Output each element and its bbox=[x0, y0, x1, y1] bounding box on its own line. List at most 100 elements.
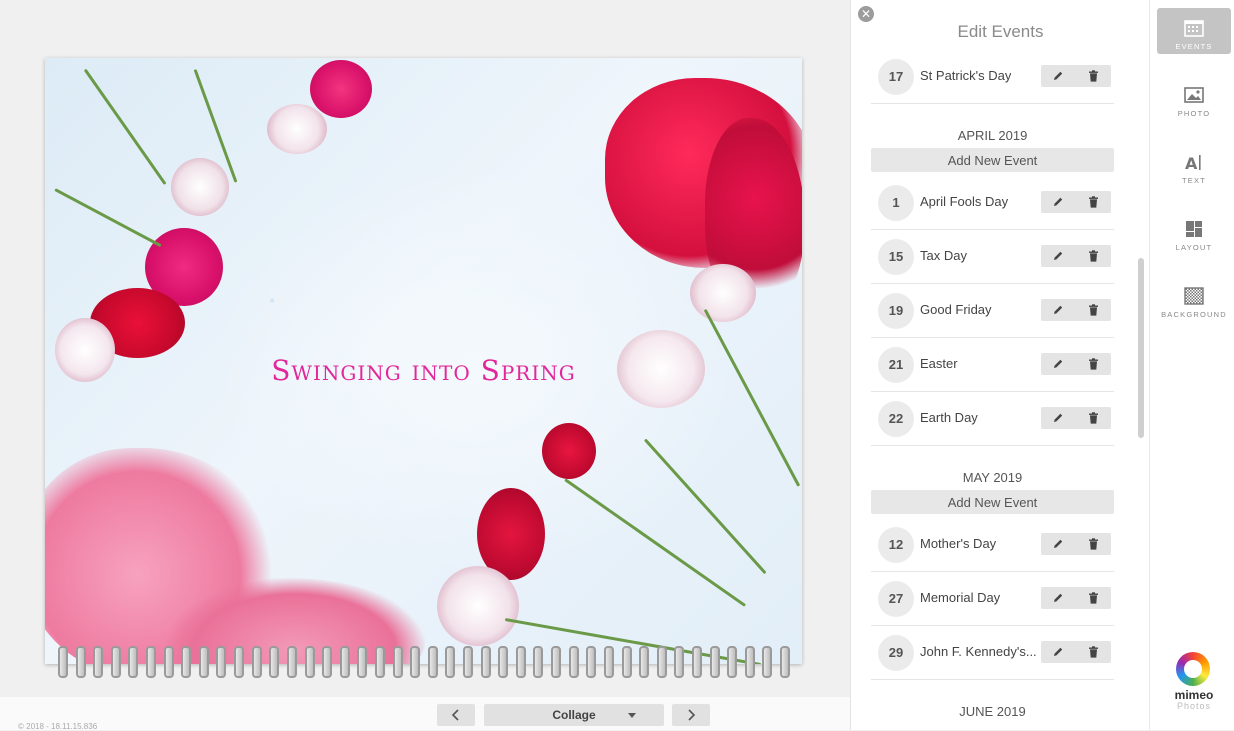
binding-ring bbox=[568, 646, 579, 678]
binding-ring bbox=[551, 646, 562, 678]
binding-ring bbox=[744, 646, 755, 678]
month-header: APRIL 2019 bbox=[957, 128, 1028, 143]
binding-ring bbox=[586, 646, 597, 678]
trash-icon[interactable] bbox=[1085, 590, 1101, 606]
prev-page-button[interactable] bbox=[437, 704, 475, 726]
binding-ring bbox=[639, 646, 650, 678]
binding-ring bbox=[480, 646, 491, 678]
layout-select[interactable]: Collage bbox=[484, 704, 664, 726]
binding-ring bbox=[322, 646, 333, 678]
event-day-badge: 15 bbox=[878, 239, 914, 275]
next-page-button[interactable] bbox=[672, 704, 710, 726]
event-row: 22 Earth Day bbox=[871, 392, 1114, 446]
binding-ring bbox=[427, 646, 438, 678]
brand-name: mimeo bbox=[1174, 688, 1214, 702]
binding-ring bbox=[304, 646, 315, 678]
event-name: April Fools Day bbox=[920, 194, 1009, 209]
add-new-event-button[interactable]: Add New Event bbox=[871, 490, 1114, 514]
binding-ring bbox=[498, 646, 509, 678]
spiral-binding bbox=[58, 646, 790, 680]
calendar-canvas: Swinging into Spring bbox=[0, 0, 850, 697]
binding-ring bbox=[251, 646, 262, 678]
binding-ring bbox=[128, 646, 139, 678]
binding-ring bbox=[515, 646, 526, 678]
event-day-badge: 1 bbox=[878, 185, 914, 221]
add-new-event-button[interactable]: Add New Event bbox=[871, 148, 1114, 172]
event-name: Good Friday bbox=[920, 302, 992, 317]
white-ranunculus-left bbox=[171, 158, 229, 216]
event-name: Memorial Day bbox=[920, 590, 1001, 605]
binding-ring bbox=[93, 646, 104, 678]
pencil-icon[interactable] bbox=[1050, 590, 1066, 606]
bottom-bar bbox=[0, 697, 850, 730]
trash-icon[interactable] bbox=[1085, 644, 1101, 660]
binding-ring bbox=[463, 646, 474, 678]
event-name: Mother's Day bbox=[920, 536, 997, 551]
event-actions bbox=[1041, 587, 1111, 609]
pencil-icon[interactable] bbox=[1050, 194, 1066, 210]
tool-background[interactable]: BACKGROUND bbox=[1157, 276, 1231, 322]
tool-photo[interactable]: PHOTO bbox=[1157, 75, 1231, 121]
stem bbox=[703, 308, 801, 487]
event-name: Earth Day bbox=[920, 410, 978, 425]
trash-icon[interactable] bbox=[1085, 302, 1101, 318]
stem bbox=[564, 478, 747, 607]
event-name: John F. Kennedy's... bbox=[920, 644, 1037, 659]
white-ranunculus-right-2 bbox=[690, 264, 756, 322]
binding-ring bbox=[392, 646, 403, 678]
pencil-icon[interactable] bbox=[1050, 68, 1066, 84]
tool-label: TEXT bbox=[1182, 176, 1206, 185]
tool-text[interactable]: A TEXT bbox=[1157, 142, 1231, 188]
close-icon[interactable]: ✕ bbox=[858, 6, 874, 22]
background-icon bbox=[1184, 287, 1204, 305]
layout-select-value: Collage bbox=[552, 708, 596, 722]
pencil-icon[interactable] bbox=[1050, 410, 1066, 426]
white-ranunculus-top bbox=[267, 104, 327, 154]
binding-ring bbox=[198, 646, 209, 678]
red-ranunculus-right bbox=[542, 423, 596, 479]
event-day-badge: 27 bbox=[878, 581, 914, 617]
tool-label: BACKGROUND bbox=[1161, 310, 1227, 319]
binding-ring bbox=[181, 646, 192, 678]
events-list: 17 St Patrick's Day APRIL 2019 Add New Even… bbox=[871, 50, 1114, 724]
trash-icon[interactable] bbox=[1085, 194, 1101, 210]
trash-icon[interactable] bbox=[1085, 536, 1101, 552]
binding-ring bbox=[727, 646, 738, 678]
binding-ring bbox=[779, 646, 790, 678]
calendar-cover-photo[interactable]: Swinging into Spring bbox=[45, 58, 802, 664]
trash-icon[interactable] bbox=[1085, 410, 1101, 426]
event-day-badge: 29 bbox=[878, 635, 914, 671]
image-icon bbox=[1184, 87, 1204, 103]
binding-ring bbox=[374, 646, 385, 678]
pencil-icon[interactable] bbox=[1050, 356, 1066, 372]
event-actions bbox=[1041, 353, 1111, 375]
layout-icon bbox=[1186, 221, 1202, 237]
trash-icon[interactable] bbox=[1085, 248, 1101, 264]
tool-layout[interactable]: LAYOUT bbox=[1157, 209, 1231, 255]
event-name: Easter bbox=[920, 356, 958, 371]
trash-icon[interactable] bbox=[1085, 68, 1101, 84]
binding-ring bbox=[709, 646, 720, 678]
trash-icon[interactable] bbox=[1085, 356, 1101, 372]
binding-ring bbox=[75, 646, 86, 678]
pencil-icon[interactable] bbox=[1050, 248, 1066, 264]
binding-ring bbox=[269, 646, 280, 678]
pencil-icon[interactable] bbox=[1050, 644, 1066, 660]
binding-ring bbox=[163, 646, 174, 678]
event-day-badge: 12 bbox=[878, 527, 914, 563]
pencil-icon[interactable] bbox=[1050, 536, 1066, 552]
stem bbox=[83, 68, 167, 186]
scrollbar-thumb[interactable] bbox=[1138, 258, 1144, 438]
binding-ring bbox=[445, 646, 456, 678]
month-header: JUNE 2019 bbox=[959, 704, 1026, 719]
tool-sidebar: EVENTS PHOTO A TEXT LAYOUT BACKGROUND mi… bbox=[1149, 0, 1234, 730]
event-actions bbox=[1041, 65, 1111, 87]
binding-ring bbox=[674, 646, 685, 678]
tool-events[interactable]: EVENTS bbox=[1157, 8, 1231, 54]
event-actions bbox=[1041, 245, 1111, 267]
cover-title[interactable]: Swinging into Spring bbox=[45, 354, 802, 387]
event-actions bbox=[1041, 641, 1111, 663]
event-row: 19 Good Friday bbox=[871, 284, 1114, 338]
event-actions bbox=[1041, 407, 1111, 429]
pencil-icon[interactable] bbox=[1050, 302, 1066, 318]
